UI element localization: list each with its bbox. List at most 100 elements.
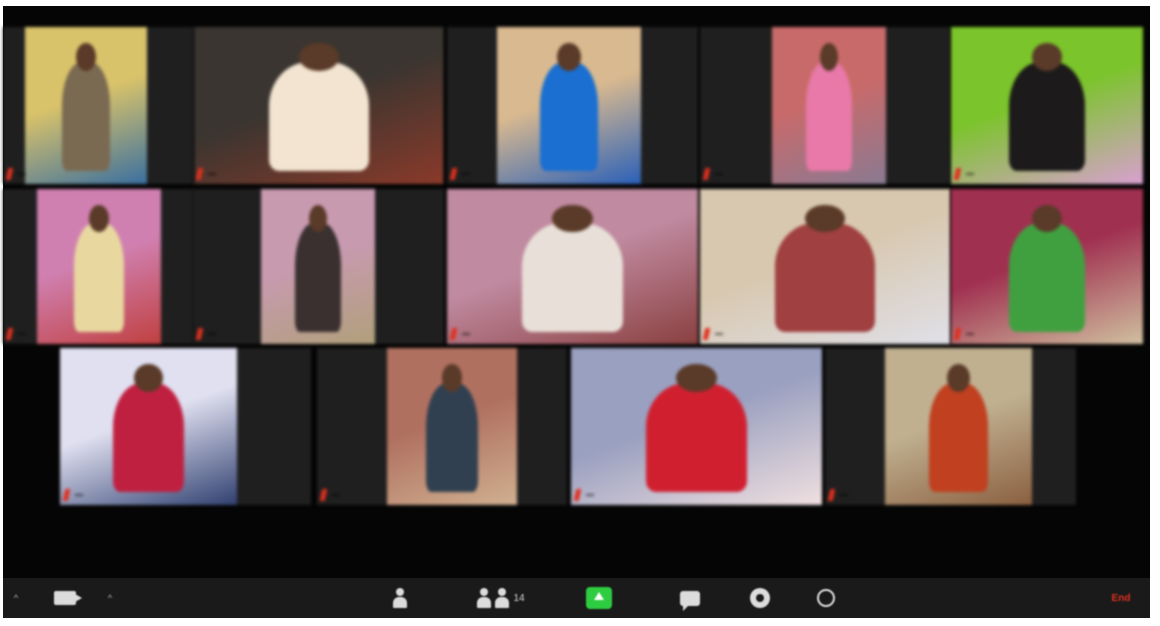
video-options-button[interactable]: ^ [101, 586, 119, 610]
participant-figure [61, 61, 111, 172]
mic-muted-icon [953, 328, 962, 340]
mic-muted-icon [5, 328, 14, 340]
participant-figure [646, 382, 747, 493]
participant-name [840, 494, 848, 496]
participant-tile[interactable] [700, 189, 950, 344]
mic-muted-icon [195, 328, 204, 340]
participant-video [700, 189, 950, 344]
participant-tile[interactable] [193, 27, 444, 184]
participant-tile[interactable] [951, 27, 1143, 184]
participant-figure [1008, 61, 1086, 172]
participant-name [462, 333, 470, 335]
mic-muted-icon [195, 168, 204, 180]
participant-video [261, 189, 375, 344]
participant-figure [929, 382, 988, 493]
participant-head [76, 42, 96, 71]
participant-tile[interactable] [951, 189, 1143, 344]
participant-name [715, 173, 723, 175]
mic-muted-icon [953, 168, 962, 180]
participant-tile[interactable] [60, 348, 311, 505]
mic-muted-icon [827, 489, 836, 501]
participants-count: 14 [513, 592, 525, 604]
participant-tile[interactable] [3, 27, 194, 184]
mic-muted-icon [5, 168, 14, 180]
participant-name [715, 333, 723, 335]
participant-figure [775, 223, 875, 332]
caret-up-icon: ^ [107, 593, 113, 603]
participant-tile[interactable] [3, 189, 194, 344]
participant-head [557, 42, 581, 71]
share-screen-icon [586, 587, 612, 609]
mic-muted-icon [573, 489, 582, 501]
participants-icon-secondary [495, 588, 510, 608]
end-meeting-button[interactable]: End [1103, 586, 1139, 610]
participant-name [208, 333, 216, 335]
participant-figure [74, 223, 124, 332]
participant-figure [522, 223, 623, 332]
participant-name [75, 494, 83, 496]
participant-head [1031, 42, 1063, 71]
mic-muted-icon [449, 168, 458, 180]
record-button[interactable] [743, 586, 777, 610]
chat-icon [680, 590, 700, 611]
participant-head [946, 363, 971, 392]
participant-figure [540, 61, 598, 172]
participant-tile[interactable] [447, 189, 698, 344]
mic-muted-icon [449, 328, 458, 340]
reactions-icon [817, 589, 835, 607]
participant-video [951, 27, 1143, 184]
participant-tile[interactable] [447, 27, 698, 184]
participant-head [441, 363, 463, 392]
participant-video [772, 27, 886, 184]
mic-muted-icon [319, 489, 328, 501]
participant-tile[interactable] [193, 189, 444, 344]
video-camera-icon [54, 591, 82, 605]
participant-figure [1008, 223, 1086, 332]
participant-name [966, 173, 974, 175]
mic-muted-icon [62, 489, 71, 501]
participant-tile[interactable] [571, 348, 822, 505]
participant-head [134, 363, 163, 392]
participants-button[interactable]: 14 [471, 586, 531, 610]
meeting-toolbar: ^ ^ 14 End [3, 578, 1150, 618]
reactions-button[interactable] [809, 586, 843, 610]
participant-video [447, 189, 698, 344]
video-button[interactable] [47, 586, 83, 610]
participant-head [805, 204, 845, 233]
share-screen-button[interactable] [581, 586, 617, 610]
end-label: End [1111, 592, 1131, 604]
participant-figure [426, 382, 478, 493]
mic-muted-icon [702, 168, 711, 180]
participant-name [586, 494, 594, 496]
participant-head [676, 363, 717, 392]
participant-video [497, 27, 641, 184]
participant-name [332, 494, 340, 496]
participant-head [299, 42, 339, 71]
participant-head [552, 204, 593, 233]
participants-icon [477, 588, 492, 608]
participant-name [208, 173, 216, 175]
participant-tile[interactable] [825, 348, 1076, 505]
participant-name [18, 173, 26, 175]
record-icon [750, 588, 770, 608]
mic-muted-icon [702, 328, 711, 340]
chat-button[interactable] [673, 586, 707, 611]
mute-button[interactable]: ^ [7, 586, 25, 610]
participant-tile[interactable] [317, 348, 567, 505]
participant-head [89, 204, 109, 233]
caret-up-icon[interactable]: ^ [14, 593, 18, 603]
participant-video [885, 348, 1032, 505]
security-icon [393, 588, 407, 608]
participant-tile[interactable] [700, 27, 950, 184]
participant-name [966, 333, 974, 335]
security-button[interactable] [385, 586, 415, 610]
participant-figure [295, 223, 341, 332]
participant-head [819, 42, 839, 71]
participant-video [37, 189, 161, 344]
participant-name [18, 333, 26, 335]
participant-video [195, 27, 443, 184]
participant-video [951, 189, 1143, 344]
participant-figure [806, 61, 852, 172]
participant-figure [269, 61, 369, 172]
participant-video [571, 348, 822, 505]
